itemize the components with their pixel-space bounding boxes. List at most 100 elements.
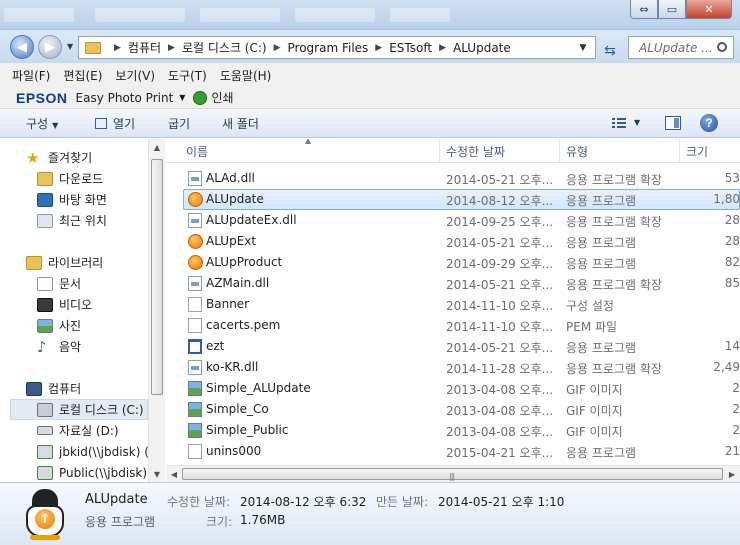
computer-icon — [26, 381, 42, 396]
size-label: 크기: — [206, 515, 233, 529]
burn-button[interactable]: 굽기 — [168, 115, 190, 132]
open-button[interactable]: 열기 — [95, 115, 135, 132]
nav-libraries[interactable]: 라이브러리 — [26, 252, 165, 273]
column-header-type[interactable]: 유형 — [560, 139, 680, 163]
forward-button[interactable]: ▶ — [38, 35, 62, 59]
scroll-left-icon[interactable]: ◀ — [166, 466, 182, 482]
file-type: GIF 이미지 — [566, 383, 623, 397]
recent-pages-dropdown[interactable]: ▼ — [67, 42, 73, 51]
nav-drive-d[interactable]: 자료실 (D:) — [37, 420, 165, 441]
scrollbar-thumb[interactable]: ||| — [182, 468, 723, 481]
scroll-down-icon[interactable]: ▼ — [149, 466, 165, 482]
nav-documents[interactable]: 문서 — [37, 273, 165, 294]
folder-icon — [85, 41, 101, 54]
minimize-button[interactable]: ▭ — [658, 0, 686, 19]
chevron-down-icon: ▼ — [52, 121, 59, 130]
print-button[interactable]: 인쇄 — [211, 89, 233, 106]
breadcrumb-separator[interactable]: ▶ — [274, 43, 281, 53]
file-size: 85 — [724, 276, 740, 290]
view-options-icon[interactable] — [612, 117, 626, 129]
back-button[interactable]: ◀ — [10, 35, 34, 59]
new-folder-button[interactable]: 새 폴더 — [222, 115, 259, 132]
nav-downloads[interactable]: 다운로드 — [37, 168, 165, 189]
chevron-down-icon[interactable]: ▼ — [179, 93, 185, 102]
file-row[interactable]: ezt 2014-05-21 오후... 응용 프로그램 14 — [166, 336, 740, 357]
nav-computer[interactable]: 컴퓨터 — [26, 378, 165, 399]
details-pane: ↑ ALUpdate 응용 프로그램 수정한 날짜: 2014-08-12 오후… — [0, 482, 740, 545]
nav-network-jbkid[interactable]: jbkid(\\jbdisk) ( — [37, 441, 165, 462]
file-row[interactable]: cacerts.pem 2014-11-10 오후... PEM 파일 — [166, 315, 740, 336]
organize-button[interactable]: 구성 ▼ — [26, 115, 58, 132]
nav-recent-places[interactable]: 최근 위치 — [37, 210, 165, 231]
file-row[interactable]: Simple_ALUpdate 2013-04-08 오후... GIF 이미지… — [166, 378, 740, 399]
breadcrumb-separator[interactable]: ▶ — [375, 43, 382, 53]
menu-bar: 파일(F) 편집(E) 보기(V) 도구(T) 도움말(H) — [0, 63, 740, 87]
file-type: 응용 프로그램 확장 — [566, 362, 662, 376]
installer-icon — [188, 444, 202, 459]
nav-desktop[interactable]: 바탕 화면 — [37, 189, 165, 210]
nav-videos[interactable]: 비디오 — [37, 294, 165, 315]
file-row[interactable]: ALUpExt 2014-05-21 오후... 응용 프로그램 28 — [166, 231, 740, 252]
column-header-date[interactable]: 수정한 날짜 — [440, 139, 560, 163]
file-type: 구성 설정 — [566, 299, 614, 313]
help-icon[interactable]: ? — [700, 114, 718, 132]
file-size: 28 — [724, 234, 740, 248]
breadcrumb-separator[interactable]: ▶ — [114, 43, 121, 53]
nav-music[interactable]: ♪ 음악 — [37, 336, 165, 357]
print-icon — [193, 90, 208, 105]
file-name: ALUpdate — [206, 192, 264, 206]
breadcrumb-separator[interactable]: ▶ — [439, 43, 446, 53]
nav-local-disk-c[interactable]: 로컬 디스크 (C:) — [10, 399, 148, 420]
breadcrumb-alupdate[interactable]: ALUpdate — [453, 41, 511, 55]
breadcrumb-estsoft[interactable]: ESTsoft — [389, 41, 432, 55]
close-button[interactable]: ✕ — [686, 0, 732, 19]
breadcrumb-computer[interactable]: 컴퓨터 — [128, 39, 161, 56]
preview-pane-icon[interactable] — [665, 116, 681, 130]
menu-help[interactable]: 도움말(H) — [220, 67, 272, 84]
file-row[interactable]: ALUpdateEx.dll 2014-09-25 오후... 응용 프로그램 … — [166, 210, 740, 231]
downloads-folder-icon — [37, 171, 53, 186]
restore-down-button[interactable]: ⇔ — [630, 0, 658, 19]
file-row[interactable]: AZMain.dll 2014-05-21 오후... 응용 프로그램 확장 8… — [166, 273, 740, 294]
search-input[interactable]: ALUpdate ... — [628, 36, 734, 59]
dll-file-icon — [188, 360, 202, 375]
file-date: 2014-05-21 오후... — [446, 236, 554, 250]
nav-pictures[interactable]: 사진 — [37, 315, 165, 336]
horizontal-scrollbar[interactable]: ◀ ||| ▶ — [166, 465, 740, 482]
file-row[interactable]: ko-KR.dll 2014-11-28 오후... 응용 프로그램 확장 2,… — [166, 357, 740, 378]
menu-view[interactable]: 보기(V) — [115, 67, 155, 84]
menu-file[interactable]: 파일(F) — [12, 67, 50, 84]
search-icon[interactable] — [717, 42, 727, 52]
column-header-name[interactable]: 이름 — [180, 139, 440, 163]
breadcrumb-local-disk[interactable]: 로컬 디스크 (C:) — [182, 39, 267, 56]
view-dropdown-icon[interactable]: ▼ — [634, 118, 640, 127]
file-row[interactable]: Simple_Co 2013-04-08 오후... GIF 이미지 2 — [166, 399, 740, 420]
update-app-icon — [188, 234, 203, 249]
file-row[interactable]: Banner 2014-11-10 오후... 구성 설정 — [166, 294, 740, 315]
file-name: Simple_Co — [206, 402, 269, 416]
easy-photo-print-button[interactable]: Easy Photo Print — [76, 91, 174, 105]
scroll-right-icon[interactable]: ▶ — [724, 466, 740, 482]
file-date: 2013-04-08 오후... — [446, 404, 554, 418]
nav-favorites[interactable]: ★ 즐겨찾기 — [26, 147, 165, 168]
navigation-scrollbar[interactable]: ▲ ▼ — [148, 139, 165, 482]
title-bar: ⇔ ▭ ✕ — [0, 0, 740, 30]
file-row-selected[interactable]: ALUpdate 2014-08-12 오후... 응용 프로그램 1,80 — [183, 189, 740, 210]
breadcrumb-program-files[interactable]: Program Files — [288, 41, 369, 55]
refresh-icon[interactable]: ⇆ — [598, 40, 622, 61]
file-row[interactable]: ALAd.dll 2014-05-21 오후... 응용 프로그램 확장 53 — [166, 168, 740, 189]
menu-tools[interactable]: 도구(T) — [168, 67, 207, 84]
column-header-size[interactable]: 크기 — [680, 139, 740, 163]
file-row[interactable]: unins000 2015-04-21 오후... 응용 프로그램 21 — [166, 441, 740, 462]
scrollbar-thumb[interactable] — [151, 159, 163, 395]
network-drive-icon — [37, 465, 53, 480]
nav-network-public[interactable]: Public(\\jbdisk) ( — [37, 462, 165, 482]
address-bar[interactable]: ▶ 컴퓨터 ▶ 로컬 디스크 (C:) ▶ Program Files ▶ ES… — [78, 36, 596, 59]
file-row[interactable]: Simple_Public 2013-04-08 오후... GIF 이미지 2 — [166, 420, 740, 441]
address-history-dropdown[interactable]: ▼ — [573, 37, 593, 58]
background-window-tab — [390, 8, 450, 22]
file-row[interactable]: ALUpProduct 2014-09-29 오후... 응용 프로그램 82 — [166, 252, 740, 273]
scroll-up-icon[interactable]: ▲ — [149, 139, 165, 155]
breadcrumb-separator[interactable]: ▶ — [168, 43, 175, 53]
menu-edit[interactable]: 편집(E) — [63, 67, 102, 84]
